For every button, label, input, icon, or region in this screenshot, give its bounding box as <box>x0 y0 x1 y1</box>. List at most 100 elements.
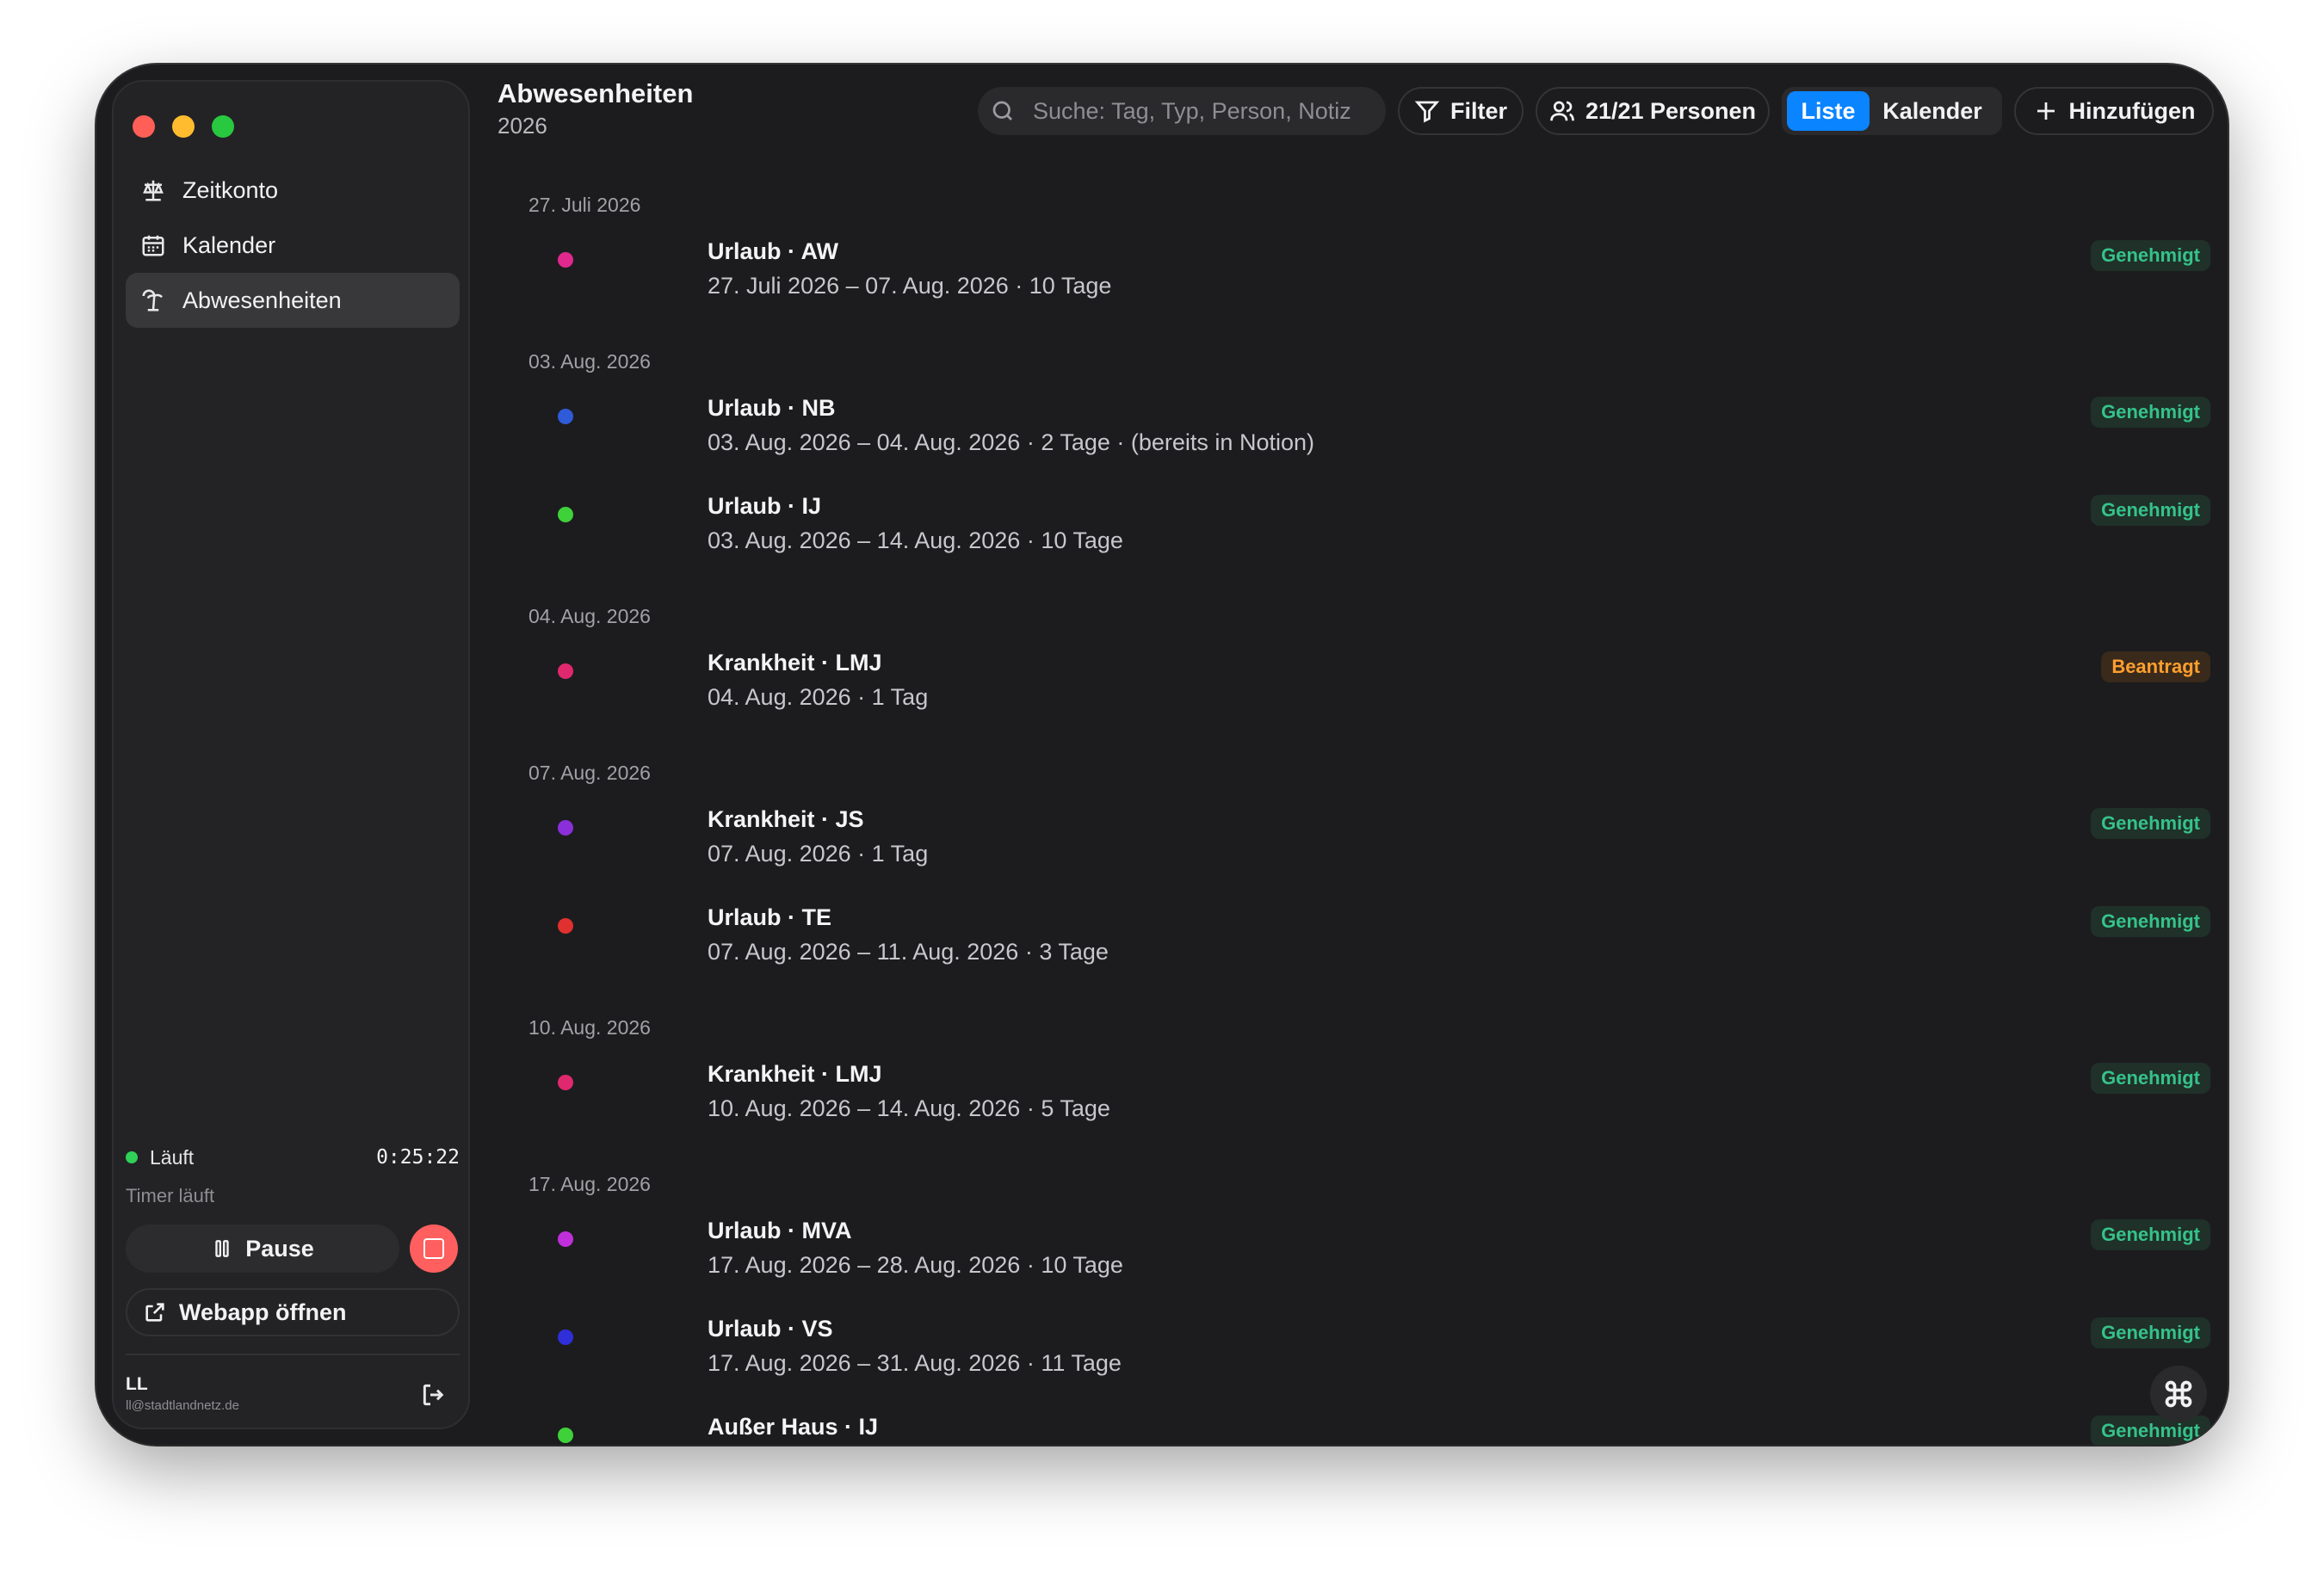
status-badge: Genehmigt <box>2091 1219 2210 1250</box>
pause-button[interactable]: Pause <box>126 1224 399 1273</box>
sidebar-item-kalender[interactable]: Kalender <box>126 218 460 273</box>
zoom-window-button[interactable] <box>212 115 234 138</box>
item-title: Krankheit · LMJ <box>708 650 882 675</box>
logout-button[interactable] <box>420 1381 449 1410</box>
item-detail: 04. Aug. 2026 · 1 Tag <box>708 684 929 710</box>
close-window-button[interactable] <box>133 115 155 138</box>
color-dot <box>558 663 573 679</box>
list-item[interactable]: Krankheit · LMJ 10. Aug. 2026 – 14. Aug.… <box>498 1061 2210 1159</box>
item-detail: 03. Aug. 2026 – 14. Aug. 2026 · 10 Tage <box>708 527 1123 553</box>
page-title: Abwesenheiten <box>498 78 694 108</box>
palm-tree-icon <box>139 287 167 314</box>
status-badge: Genehmigt <box>2091 495 2210 526</box>
item-title: Urlaub · IJ <box>708 493 822 519</box>
color-dot <box>558 1075 573 1090</box>
status-badge: Genehmigt <box>2091 808 2210 839</box>
view-list-button[interactable]: Liste <box>1787 91 1870 131</box>
pause-icon <box>215 1240 229 1257</box>
filter-label: Filter <box>1449 97 1507 124</box>
timer-time: 0:25:22 <box>376 1146 460 1169</box>
item-title: Urlaub · NB <box>708 395 836 421</box>
item-detail: 03. Aug. 2026 – 04. Aug. 2026 · 2 Tage ·… <box>708 429 1314 455</box>
add-label: Hinzufügen <box>2068 97 2196 124</box>
status-badge: Genehmigt <box>2091 1317 2210 1348</box>
minimize-window-button[interactable] <box>172 115 195 138</box>
filter-button[interactable]: Filter <box>1398 87 1524 135</box>
item-detail: 07. Aug. 2026 – 11. Aug. 2026 · 3 Tage <box>708 939 1109 965</box>
list-item[interactable]: Urlaub · IJ 03. Aug. 2026 – 14. Aug. 202… <box>498 493 2210 591</box>
list-item[interactable]: Außer Haus · IJ Genehmigt <box>498 1414 2210 1445</box>
search-icon <box>992 101 1012 120</box>
item-title: Urlaub · VS <box>708 1316 833 1342</box>
user-initials: LL <box>126 1374 148 1394</box>
item-title: Krankheit · JS <box>708 806 864 832</box>
running-indicator <box>126 1151 138 1163</box>
plus-icon <box>2037 102 2055 120</box>
date-header: 10. Aug. 2026 <box>528 1016 651 1039</box>
command-icon <box>2165 1380 2192 1408</box>
sidebar-item-label: Zeitkonto <box>182 176 279 203</box>
sidebar-item-label: Abwesenheiten <box>182 287 342 313</box>
webapp-label: Webapp öffnen <box>179 1298 347 1325</box>
sidebar: Zeitkonto Kalender Abwesenheiten Läuft 0… <box>112 80 470 1429</box>
list-item[interactable]: Urlaub · MVA 17. Aug. 2026 – 28. Aug. 20… <box>498 1218 2210 1316</box>
color-dot <box>558 1329 573 1345</box>
open-webapp-button[interactable]: Webapp öffnen <box>126 1288 460 1336</box>
sidebar-item-zeitkonto[interactable]: Zeitkonto <box>126 163 460 218</box>
status-badge: Genehmigt <box>2091 906 2210 937</box>
date-header: 17. Aug. 2026 <box>528 1173 651 1195</box>
stop-icon <box>423 1238 444 1259</box>
page-subtitle: 2026 <box>498 113 547 139</box>
color-dot <box>558 409 573 424</box>
add-button[interactable]: Hinzufügen <box>2014 87 2214 135</box>
status-badge: Genehmigt <box>2091 1063 2210 1094</box>
persons-button[interactable]: 21/21 Personen <box>1536 87 1770 135</box>
color-dot <box>558 918 573 934</box>
color-dot <box>558 820 573 836</box>
date-header: 27. Juli 2026 <box>528 194 641 216</box>
item-detail: 07. Aug. 2026 · 1 Tag <box>708 841 929 867</box>
date-header: 03. Aug. 2026 <box>528 350 651 373</box>
date-header: 07. Aug. 2026 <box>528 762 651 784</box>
item-title: Außer Haus · IJ <box>708 1414 879 1440</box>
sidebar-item-abwesenheiten[interactable]: Abwesenheiten <box>126 273 460 328</box>
list-item[interactable]: Urlaub · NB 03. Aug. 2026 – 04. Aug. 202… <box>498 395 2210 493</box>
timer-status: Läuft <box>150 1145 195 1169</box>
status-badge: Genehmigt <box>2091 240 2210 271</box>
list-item[interactable]: Urlaub · AW 27. Juli 2026 – 07. Aug. 202… <box>498 238 2210 336</box>
timer-subtitle: Timer läuft <box>126 1185 215 1206</box>
timer-status-row: Läuft 0:25:22 <box>126 1142 460 1173</box>
status-badge: Genehmigt <box>2091 397 2210 428</box>
view-calendar-button[interactable]: Kalender <box>1870 91 1995 131</box>
list-item[interactable]: Urlaub · VS 17. Aug. 2026 – 31. Aug. 202… <box>498 1316 2210 1414</box>
users-icon <box>1550 101 1574 121</box>
logout-icon <box>423 1384 444 1406</box>
item-title: Urlaub · MVA <box>708 1218 852 1243</box>
calendar-icon <box>139 231 167 259</box>
item-detail: 27. Juli 2026 – 07. Aug. 2026 · 10 Tage <box>708 273 1112 299</box>
scale-icon <box>139 176 167 204</box>
status-badge: Beantragt <box>2101 651 2210 682</box>
list-item[interactable]: Krankheit · JS 07. Aug. 2026 · 1 Tag Gen… <box>498 806 2210 904</box>
status-badge: Genehmigt <box>2091 1416 2210 1445</box>
user-email: ll@stadtlandnetz.de <box>126 1398 239 1413</box>
search-input[interactable] <box>1031 96 1370 126</box>
date-header: 04. Aug. 2026 <box>528 605 651 627</box>
color-dot <box>558 1231 573 1247</box>
item-detail: 17. Aug. 2026 – 28. Aug. 2026 · 10 Tage <box>708 1252 1123 1278</box>
filter-icon <box>1414 101 1440 123</box>
persons-label: 21/21 Personen <box>1585 97 1757 124</box>
item-title: Urlaub · TE <box>708 904 832 930</box>
color-dot <box>558 1428 573 1443</box>
sidebar-item-label: Kalender <box>182 231 276 258</box>
color-dot <box>558 507 573 522</box>
stop-button[interactable] <box>410 1224 458 1273</box>
command-button[interactable] <box>2150 1366 2207 1422</box>
item-detail: 17. Aug. 2026 – 31. Aug. 2026 · 11 Tage <box>708 1350 1122 1376</box>
list-item[interactable]: Krankheit · LMJ 04. Aug. 2026 · 1 Tag Be… <box>498 650 2210 748</box>
item-title: Urlaub · AW <box>708 238 838 264</box>
list-item[interactable]: Urlaub · TE 07. Aug. 2026 – 11. Aug. 202… <box>498 904 2210 1002</box>
color-dot <box>558 252 573 268</box>
app-window: Zeitkonto Kalender Abwesenheiten Läuft 0… <box>96 65 2228 1445</box>
search-field[interactable] <box>978 87 1386 135</box>
